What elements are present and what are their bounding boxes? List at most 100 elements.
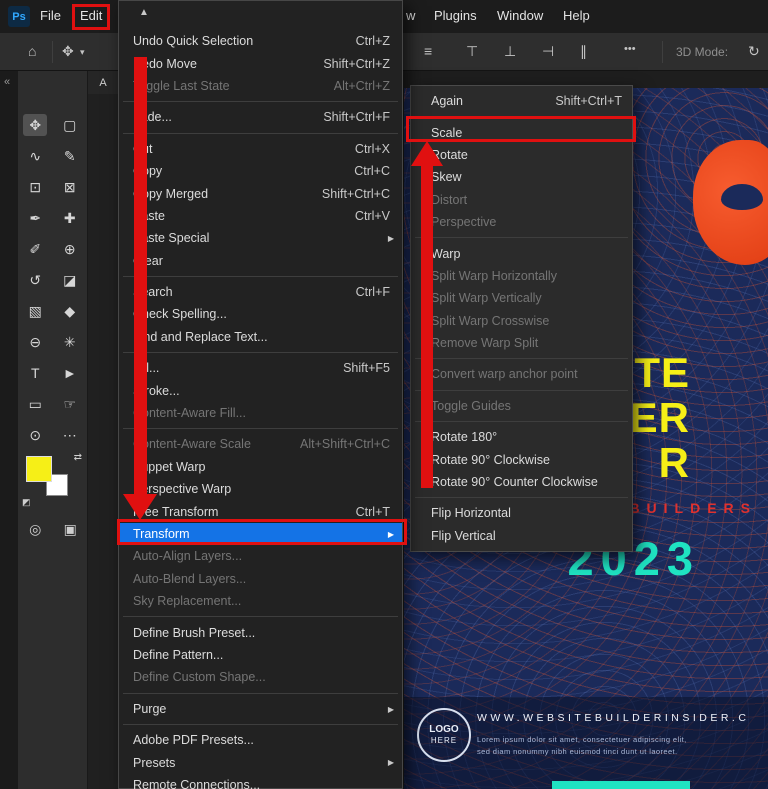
brush-tool[interactable]: ✐ bbox=[23, 238, 47, 260]
default-colors-icon[interactable]: ◩ bbox=[22, 497, 31, 508]
chevron-down-icon[interactable]: ▾ bbox=[80, 47, 85, 58]
document-tab[interactable]: A bbox=[88, 71, 118, 94]
gradient-tool[interactable]: ▧ bbox=[23, 300, 47, 322]
menu-item-content-aware-scale[interactable]: Content-Aware ScaleAlt+Shift+Ctrl+C bbox=[119, 433, 402, 455]
menubar-item-file[interactable]: File bbox=[40, 8, 61, 23]
align-bottom-icon[interactable]: ⊥ bbox=[504, 43, 516, 60]
submenu-item-convert-warp-anchor-point[interactable]: Convert warp anchor point bbox=[411, 363, 632, 385]
menubar-item-view-partial[interactable]: w bbox=[406, 8, 415, 23]
type-tool[interactable]: T bbox=[23, 362, 47, 384]
menu-item-define-pattern[interactable]: Define Pattern... bbox=[119, 644, 402, 666]
blur-tool[interactable]: ◆ bbox=[58, 300, 82, 322]
more-tools-icon[interactable]: ⋯ bbox=[58, 424, 82, 446]
submenu-item-warp[interactable]: Warp bbox=[411, 242, 632, 264]
menu-item-paste[interactable]: PasteCtrl+V bbox=[119, 205, 402, 227]
menu-item-copy-merged[interactable]: Copy MergedShift+Ctrl+C bbox=[119, 182, 402, 204]
orbit-3d-icon[interactable]: ↻ bbox=[748, 43, 760, 60]
submenu-item-remove-warp-split[interactable]: Remove Warp Split bbox=[411, 332, 632, 354]
menu-item-undo-quick-selection[interactable]: Undo Quick SelectionCtrl+Z bbox=[119, 30, 402, 52]
submenu-item-skew[interactable]: Skew bbox=[411, 166, 632, 188]
panel-collapse-strip: « bbox=[0, 71, 18, 789]
submenu-item-rotate[interactable]: Rotate bbox=[411, 144, 632, 166]
menu-item-copy[interactable]: CopyCtrl+C bbox=[119, 160, 402, 182]
submenu-item-flip-vertical[interactable]: Flip Vertical bbox=[411, 525, 632, 547]
menu-item-toggle-last-state[interactable]: Toggle Last StateAlt+Ctrl+Z bbox=[119, 75, 402, 97]
foreground-color-swatch[interactable] bbox=[26, 456, 52, 482]
menu-separator bbox=[411, 417, 632, 426]
collapse-panels-icon[interactable]: « bbox=[4, 76, 10, 88]
eraser-tool[interactable]: ◪ bbox=[58, 269, 82, 291]
distribute-vertical-icon[interactable]: ∥ bbox=[580, 43, 587, 60]
annotation-arrow-down-line bbox=[134, 57, 147, 494]
submenu-item-rotate-90-clockwise[interactable]: Rotate 90° Clockwise bbox=[411, 448, 632, 470]
submenu-item-again[interactable]: AgainShift+Ctrl+T bbox=[411, 90, 632, 112]
quick-mask-icon[interactable]: ◎ bbox=[29, 521, 41, 538]
menu-item-content-aware-fill[interactable]: Content-Aware Fill... bbox=[119, 402, 402, 424]
clone-stamp-tool[interactable]: ⊕ bbox=[58, 238, 82, 260]
menubar-item-help[interactable]: Help bbox=[563, 8, 590, 23]
menu-item-fade[interactable]: Fade...Shift+Ctrl+F bbox=[119, 106, 402, 128]
healing-brush-tool[interactable]: ✚ bbox=[58, 207, 82, 229]
menu-separator bbox=[119, 272, 402, 281]
swap-colors-icon[interactable]: ⇄ bbox=[74, 452, 82, 463]
submenu-item-rotate-90-counter-clockwise[interactable]: Rotate 90° Counter Clockwise bbox=[411, 471, 632, 493]
zoom-tool[interactable]: ⊙ bbox=[23, 424, 47, 446]
menu-item-define-custom-shape[interactable]: Define Custom Shape... bbox=[119, 666, 402, 688]
submenu-item-flip-horizontal[interactable]: Flip Horizontal bbox=[411, 502, 632, 524]
menu-item-fill[interactable]: Fill...Shift+F5 bbox=[119, 357, 402, 379]
path-selection-tool[interactable]: ► bbox=[58, 362, 82, 384]
menu-item-sky-replacement[interactable]: Sky Replacement... bbox=[119, 590, 402, 612]
distribute-icon[interactable]: ⊣ bbox=[542, 43, 554, 60]
menubar-item-window[interactable]: Window bbox=[497, 8, 543, 23]
menu-scroll-up[interactable]: ▲ bbox=[119, 1, 402, 30]
menu-item-purge[interactable]: Purge▶ bbox=[119, 698, 402, 720]
home-icon[interactable]: ⌂ bbox=[28, 43, 36, 59]
align-edges-icon[interactable]: ≡ bbox=[424, 43, 432, 59]
marquee-tool[interactable]: ▢ bbox=[58, 114, 82, 136]
quick-selection-tool[interactable]: ✎ bbox=[58, 145, 82, 167]
menu-item-puppet-warp[interactable]: Puppet Warp bbox=[119, 456, 402, 478]
annotation-arrow-up-head bbox=[411, 141, 443, 166]
menu-item-cut[interactable]: CutCtrl+X bbox=[119, 138, 402, 160]
submenu-item-rotate-180[interactable]: Rotate 180° bbox=[411, 426, 632, 448]
menu-item-redo-move[interactable]: Redo MoveShift+Ctrl+Z bbox=[119, 52, 402, 74]
menu-item-define-brush-preset[interactable]: Define Brush Preset... bbox=[119, 621, 402, 643]
submenu-item-split-warp-crosswise[interactable]: Split Warp Crosswise bbox=[411, 310, 632, 332]
menu-item-presets[interactable]: Presets▶ bbox=[119, 751, 402, 773]
lasso-tool[interactable]: ∿ bbox=[23, 145, 47, 167]
menu-item-stroke[interactable]: Stroke... bbox=[119, 379, 402, 401]
submenu-item-toggle-guides[interactable]: Toggle Guides bbox=[411, 395, 632, 417]
menu-item-search[interactable]: SearchCtrl+F bbox=[119, 281, 402, 303]
eyedropper-tool[interactable]: ✒ bbox=[23, 207, 47, 229]
dodge-tool[interactable]: ⊖ bbox=[23, 331, 47, 353]
transform-submenu: AgainShift+Ctrl+T Scale Rotate Skew Dist… bbox=[410, 85, 633, 552]
menu-separator bbox=[119, 689, 402, 698]
menu-item-remote-connections[interactable]: Remote Connections... bbox=[119, 774, 402, 789]
submenu-item-distort[interactable]: Distort bbox=[411, 189, 632, 211]
move-tool[interactable]: ✥ bbox=[23, 114, 47, 136]
more-options-icon[interactable]: ••• bbox=[624, 43, 636, 55]
rectangle-tool[interactable]: ▭ bbox=[23, 393, 47, 415]
submenu-item-split-warp-vertically[interactable]: Split Warp Vertically bbox=[411, 287, 632, 309]
move-tool-preset-icon[interactable]: ✥ bbox=[62, 43, 74, 60]
menu-separator bbox=[119, 424, 402, 433]
crop-tool[interactable]: ⊡ bbox=[23, 176, 47, 198]
submenu-item-perspective[interactable]: Perspective bbox=[411, 211, 632, 233]
menu-item-perspective-warp[interactable]: Perspective Warp bbox=[119, 478, 402, 500]
hand-tool[interactable]: ☞ bbox=[58, 393, 82, 415]
menu-item-check-spelling[interactable]: Check Spelling... bbox=[119, 303, 402, 325]
frame-tool[interactable]: ⊠ bbox=[58, 176, 82, 198]
menubar-item-plugins[interactable]: Plugins bbox=[434, 8, 477, 23]
menu-item-clear[interactable]: Clear bbox=[119, 250, 402, 272]
screen-mode-icon[interactable]: ▣ bbox=[64, 521, 77, 538]
menu-item-find-and-replace-text[interactable]: Find and Replace Text... bbox=[119, 326, 402, 348]
menu-item-auto-align-layers[interactable]: Auto-Align Layers... bbox=[119, 545, 402, 567]
submenu-item-split-warp-horizontally[interactable]: Split Warp Horizontally bbox=[411, 265, 632, 287]
menu-item-paste-special[interactable]: Paste Special▶ bbox=[119, 227, 402, 249]
poster-subheadline: BUILDERS bbox=[629, 500, 757, 516]
menu-item-adobe-pdf-presets[interactable]: Adobe PDF Presets... bbox=[119, 729, 402, 751]
history-brush-tool[interactable]: ↺ bbox=[23, 269, 47, 291]
menu-item-auto-blend-layers[interactable]: Auto-Blend Layers... bbox=[119, 568, 402, 590]
smudge-tool[interactable]: ✳ bbox=[58, 331, 82, 353]
align-top-icon[interactable]: ⊤ bbox=[466, 43, 478, 60]
